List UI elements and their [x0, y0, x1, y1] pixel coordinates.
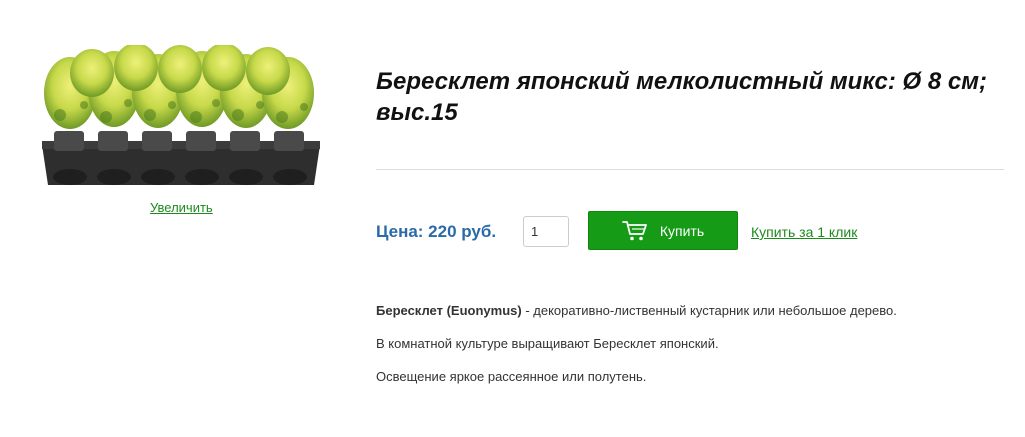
one-click-buy-link[interactable]: Купить за 1 клик	[751, 224, 857, 240]
description-line-1-rest: - декоративно-лиственный кустарник или н…	[521, 303, 897, 318]
description-line-1-bold: Бересклет (Euonymus)	[376, 303, 522, 318]
zoom-link[interactable]: Увеличить	[150, 200, 213, 215]
price-label: Цена: 220 руб.	[376, 222, 497, 241]
description-line-2: В комнатной культуре выращивают Берескле…	[376, 336, 719, 351]
product-image[interactable]	[30, 43, 330, 195]
plant-tray-image	[42, 43, 320, 185]
shopping-cart-icon	[621, 220, 647, 240]
description-line-1: Бересклет (Euonymus) - декоративно-листв…	[376, 302, 1006, 319]
description-line-3: Освещение яркое рассеянное или полутень.	[376, 369, 647, 384]
buy-button-label: Купить	[659, 222, 705, 239]
quantity-input[interactable]	[523, 216, 569, 247]
page-title: Бересклет японский мелколистный микс: Ø …	[376, 68, 987, 126]
buy-button[interactable]: Купить	[588, 211, 738, 250]
product-description: Бересклет (Euonymus) - декоративно-листв…	[376, 302, 1006, 401]
divider	[376, 169, 1004, 170]
